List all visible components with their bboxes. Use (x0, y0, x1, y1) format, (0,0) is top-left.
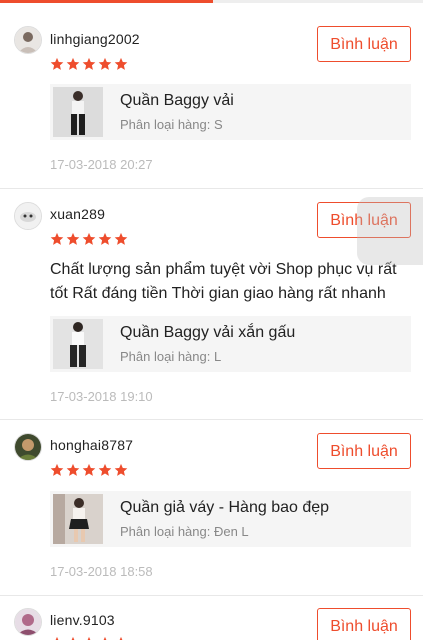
star-icon (87, 636, 91, 640)
star-icon (50, 463, 64, 476)
review-timestamp: 17-03-2018 19:10 (50, 389, 153, 404)
comment-button[interactable]: Bình luận (317, 608, 411, 640)
avatar[interactable] (14, 26, 42, 54)
product-card[interactable]: Quần giả váy - Hàng bao đẹp Phân loại hà… (50, 491, 411, 547)
star-rating (50, 463, 128, 477)
avatar-image (15, 609, 41, 635)
avatar[interactable] (14, 608, 42, 636)
review-timestamp: 17-03-2018 18:58 (50, 564, 153, 579)
review-timestamp: 17-03-2018 20:27 (50, 157, 153, 172)
product-name: Quần Baggy vải xắn gấu (120, 324, 296, 341)
avatar[interactable] (14, 202, 42, 230)
product-variant: Phân loại hàng: Đen L (120, 524, 249, 539)
comment-button[interactable]: Bình luận (317, 26, 411, 62)
star-icon (114, 232, 128, 245)
username[interactable]: lienv.9103 (50, 612, 115, 628)
review-text: Chất lượng sản phẩm tuyệt vời Shop phục … (50, 261, 397, 302)
star-icon (98, 232, 112, 245)
username[interactable]: xuan289 (50, 206, 105, 222)
product-name: Quần Baggy vải (120, 92, 234, 109)
avatar-image (15, 434, 41, 460)
star-icon (119, 636, 123, 640)
star-icon (50, 57, 64, 70)
star-icon (82, 463, 96, 476)
product-card[interactable]: Quần Baggy vải Phân loại hàng: S (50, 84, 411, 140)
star-icon (55, 636, 59, 640)
product-thumbnail (53, 319, 103, 369)
star-icon (82, 232, 96, 245)
star-icon (98, 463, 112, 476)
star-icon (66, 463, 80, 476)
avatar-image (15, 27, 41, 53)
star-icon (114, 57, 128, 70)
product-thumbnail (53, 87, 103, 137)
reviews-page: linhgiang2002 Bình luận Quần Baggy vải P… (0, 0, 423, 640)
star-rating (50, 57, 128, 71)
product-name: Quần giả váy - Hàng bao đẹp (120, 499, 330, 516)
comment-button[interactable]: Bình luận (317, 433, 411, 469)
star-icon (98, 57, 112, 70)
star-rating (50, 636, 128, 640)
review-item: honghai8787 Bình luận Quần giả váy - Hàn… (0, 420, 423, 596)
username[interactable]: linhgiang2002 (50, 31, 140, 47)
star-icon (103, 636, 107, 640)
username[interactable]: honghai8787 (50, 437, 133, 453)
avatar[interactable] (14, 433, 42, 461)
star-icon (71, 636, 75, 640)
star-icon (66, 232, 80, 245)
star-icon (66, 57, 80, 70)
product-thumbnail (53, 494, 103, 544)
star-icon (50, 232, 64, 245)
star-icon (114, 463, 128, 476)
star-rating (50, 232, 128, 246)
product-card[interactable]: Quần Baggy vải xắn gấu Phân loại hàng: L (50, 316, 411, 372)
review-item: lienv.9103 Bình luận (0, 596, 423, 640)
product-variant: Phân loại hàng: S (120, 117, 223, 132)
floating-scroll-handle[interactable] (357, 197, 423, 265)
star-icon (82, 57, 96, 70)
avatar-image (15, 203, 41, 229)
review-item: linhgiang2002 Bình luận Quần Baggy vải P… (0, 3, 423, 189)
product-variant: Phân loại hàng: L (120, 349, 222, 364)
